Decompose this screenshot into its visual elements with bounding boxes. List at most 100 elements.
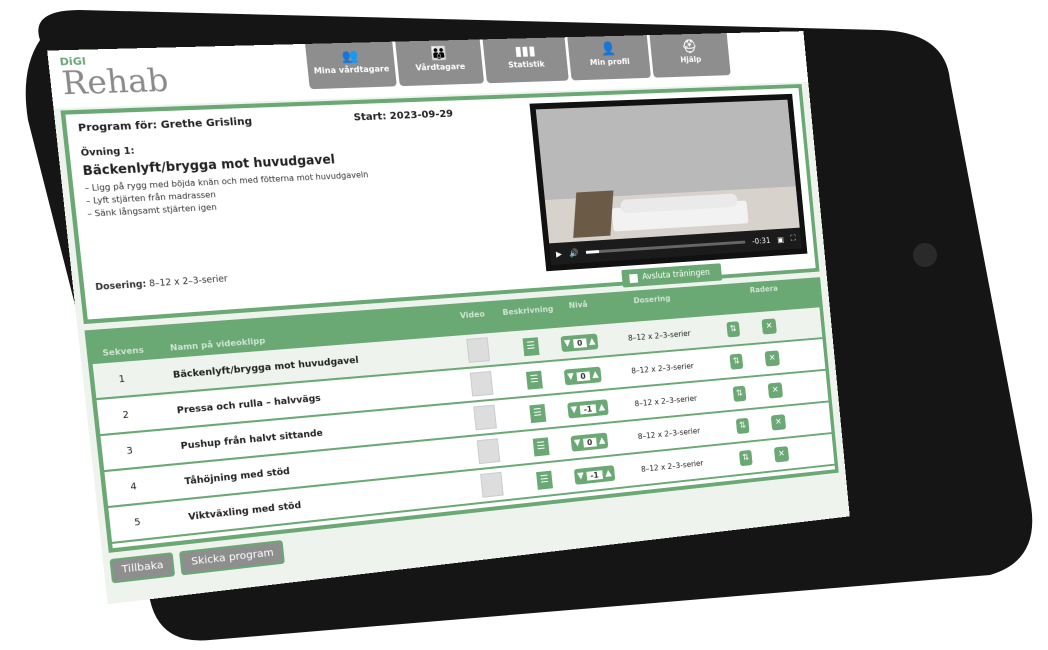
- main-nav: 👥 Mina vårdtagare 👪 Vårdtagare ▮▮▮ Statisti…: [305, 33, 731, 89]
- level-stepper[interactable]: ▼ 0 ▲: [560, 333, 598, 352]
- video-progress[interactable]: [586, 240, 745, 253]
- row-dosering: 8–12 x 2–3-serier: [628, 329, 691, 343]
- header-video: Video: [460, 309, 486, 320]
- description-icon[interactable]: ☰: [526, 371, 543, 390]
- reorder-icon[interactable]: ⇅: [736, 418, 750, 434]
- volume-icon[interactable]: 🔊: [569, 248, 579, 257]
- exercise-number: Övning 1:: [80, 146, 135, 159]
- row-dosering: 8–12 x 2–3-serier: [634, 394, 697, 408]
- video-thumbnail[interactable]: [470, 371, 494, 397]
- row-seq: 1: [118, 374, 125, 385]
- video-progress-fill: [586, 250, 599, 254]
- users-icon: 👪: [396, 45, 482, 63]
- header-level: Nivå: [568, 300, 588, 310]
- nav-hjalp[interactable]: ⛑ Hjälp: [650, 33, 731, 78]
- level-value: 0: [583, 437, 597, 447]
- pip-icon[interactable]: ▣: [777, 235, 784, 244]
- help-icon: ⛑: [650, 39, 729, 57]
- delete-icon[interactable]: ✕: [761, 318, 776, 334]
- level-down-icon[interactable]: ▼: [567, 372, 574, 382]
- description-icon[interactable]: ☰: [533, 437, 550, 456]
- nav-statistik[interactable]: ▮▮▮ Statistik: [483, 37, 569, 83]
- level-value: -1: [580, 404, 597, 414]
- brand-logo: Rehab: [60, 62, 170, 103]
- reorder-icon[interactable]: ⇅: [729, 353, 743, 369]
- video-time: -0:31: [752, 236, 771, 246]
- home-button-icon: [913, 243, 937, 267]
- level-up-icon[interactable]: ▲: [605, 468, 612, 478]
- nav-mina-vardtagare[interactable]: 👥 Mina vårdtagare: [305, 42, 397, 90]
- video-thumbnail[interactable]: [477, 438, 501, 464]
- level-down-icon[interactable]: ▼: [574, 438, 581, 448]
- program-start: Start: 2023-09-29: [353, 109, 453, 124]
- nav-min-profil[interactable]: 👤 Min profil: [567, 35, 651, 80]
- tablet: DiGI Rehab 👥 Mina vårdtagare 👪 Vårdtagare …: [0, 0, 1048, 650]
- reorder-icon[interactable]: ⇅: [733, 386, 747, 402]
- level-down-icon[interactable]: ▼: [570, 405, 577, 415]
- level-stepper[interactable]: ▼ -1 ▲: [567, 399, 608, 418]
- delete-icon[interactable]: ✕: [768, 382, 783, 398]
- level-stepper[interactable]: ▼ 0 ▲: [571, 433, 609, 452]
- send-program-button[interactable]: Skicka program: [179, 540, 285, 575]
- nav-label: Vårdtagare: [415, 62, 466, 73]
- row-name: Viktväxling med stöd: [188, 501, 302, 523]
- nav-vardtagare[interactable]: 👪 Vårdtagare: [395, 39, 484, 86]
- level-value: 0: [573, 338, 587, 348]
- row-seq: 3: [126, 446, 133, 457]
- reorder-icon[interactable]: ⇅: [726, 321, 740, 337]
- level-down-icon[interactable]: ▼: [577, 471, 584, 481]
- program-for: Program för: Grethe Grisling: [77, 116, 252, 134]
- nav-label: Statistik: [508, 60, 545, 70]
- row-seq: 4: [130, 482, 137, 493]
- level-stepper[interactable]: ▼ -1 ▲: [574, 465, 615, 485]
- nav-label: Hjälp: [680, 55, 702, 64]
- exercise-table: Sekvens Namn på videoklipp Video Beskriv…: [84, 277, 838, 553]
- finish-training-button[interactable]: Avsluta träningen: [621, 263, 722, 287]
- row-name: Tåhöjning med stöd: [184, 467, 290, 488]
- level-up-icon[interactable]: ▲: [598, 436, 605, 446]
- description-icon[interactable]: ☰: [523, 337, 540, 356]
- row-dosering: 8–12 x 2–3-serier: [631, 361, 694, 375]
- header-delete: Radera: [749, 284, 778, 295]
- row-name: Pressa och rulla – halvvägs: [176, 394, 321, 417]
- delete-icon[interactable]: ✕: [765, 350, 780, 366]
- dosering-label: Dosering:: [95, 279, 147, 293]
- play-icon[interactable]: ▶: [556, 249, 563, 258]
- description-icon[interactable]: ☰: [529, 404, 546, 423]
- dosering: Dosering: 8–12 x 2–3-serier: [95, 274, 228, 293]
- description-icon[interactable]: ☰: [536, 471, 553, 490]
- nav-label: Mina vårdtagare: [313, 64, 389, 75]
- app-screen: DiGI Rehab 👥 Mina vårdtagare 👪 Vårdtagare …: [47, 31, 850, 604]
- row-dosering: 8–12 x 2–3-serier: [637, 426, 700, 441]
- reorder-icon[interactable]: ⇅: [739, 450, 753, 466]
- level-up-icon[interactable]: ▲: [588, 337, 595, 347]
- level-up-icon[interactable]: ▲: [598, 402, 605, 412]
- level-value: -1: [586, 470, 603, 480]
- video-thumbnail[interactable]: [473, 405, 497, 431]
- chart-icon: ▮▮▮: [483, 43, 566, 61]
- delete-icon[interactable]: ✕: [771, 414, 786, 430]
- row-name: Pushup från halvt sittande: [180, 428, 323, 452]
- video-wedge: [573, 190, 613, 237]
- video-thumbnail[interactable]: [466, 337, 490, 363]
- row-seq: 2: [122, 410, 129, 421]
- level-up-icon[interactable]: ▲: [592, 370, 599, 380]
- dosering-value: 8–12 x 2–3-serier: [149, 274, 229, 290]
- profile-icon: 👤: [568, 41, 649, 59]
- header-desc: Beskrivning: [502, 304, 554, 317]
- delete-icon[interactable]: ✕: [774, 446, 789, 462]
- instructions: – Ligg på rygg med böjda knän och med fö…: [84, 169, 372, 221]
- level-stepper[interactable]: ▼ 0 ▲: [564, 367, 602, 386]
- row-seq: 5: [134, 518, 141, 529]
- level-down-icon[interactable]: ▼: [564, 339, 571, 349]
- video-player[interactable]: ▶ 🔊 -0:31 ▣ ⛶: [529, 94, 807, 271]
- row-dosering: 8–12 x 2–3-serier: [641, 459, 704, 474]
- nav-label: Min profil: [590, 57, 631, 67]
- finish-label: Avsluta träningen: [642, 268, 710, 282]
- video-thumbnail[interactable]: [480, 472, 504, 498]
- row-name: Bäckenlyft/brygga mot huvudgavel: [173, 356, 360, 381]
- fullscreen-icon[interactable]: ⛶: [790, 234, 796, 244]
- header-name: Namn på videoklipp: [170, 336, 266, 353]
- back-button[interactable]: Tillbaka: [109, 552, 175, 583]
- checkbox-icon: [629, 273, 638, 282]
